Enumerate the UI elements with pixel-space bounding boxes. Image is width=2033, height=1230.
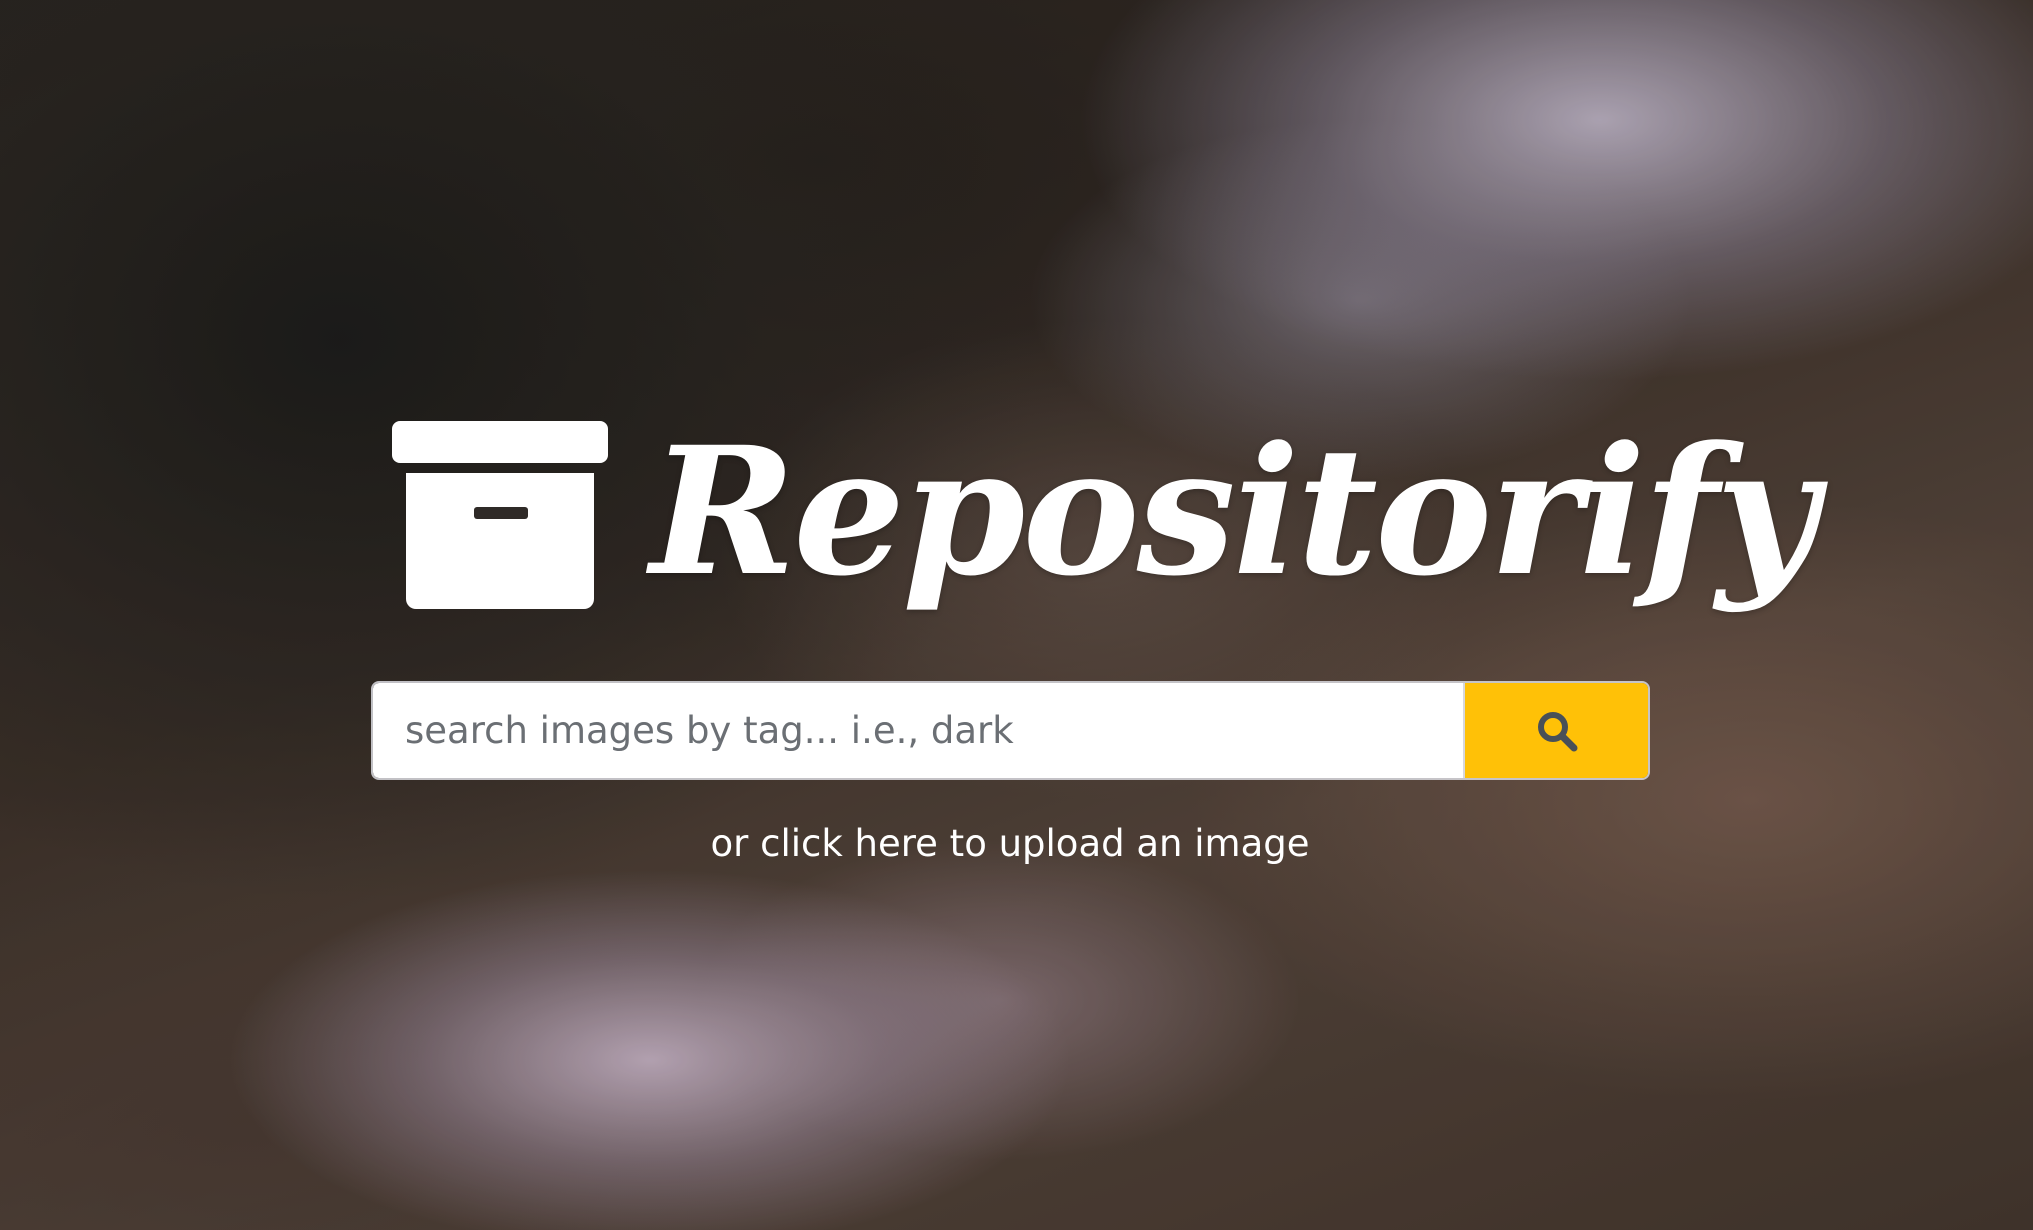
brand-logo: Repositorify [392, 412, 1818, 658]
upload-image-link[interactable]: or click here to upload an image [0, 822, 2020, 865]
hero-section: Repositorify or click here to upload an … [0, 0, 2033, 1230]
brand-name: Repositorify [650, 408, 1818, 615]
search-form [373, 683, 1648, 778]
search-button[interactable] [1463, 683, 1648, 778]
search-icon [1537, 711, 1577, 751]
archive-box-lid [392, 421, 608, 463]
search-input[interactable] [373, 683, 1463, 778]
archive-box-body [406, 473, 594, 609]
archive-box-icon [392, 421, 608, 609]
archive-box-handle [474, 507, 528, 519]
